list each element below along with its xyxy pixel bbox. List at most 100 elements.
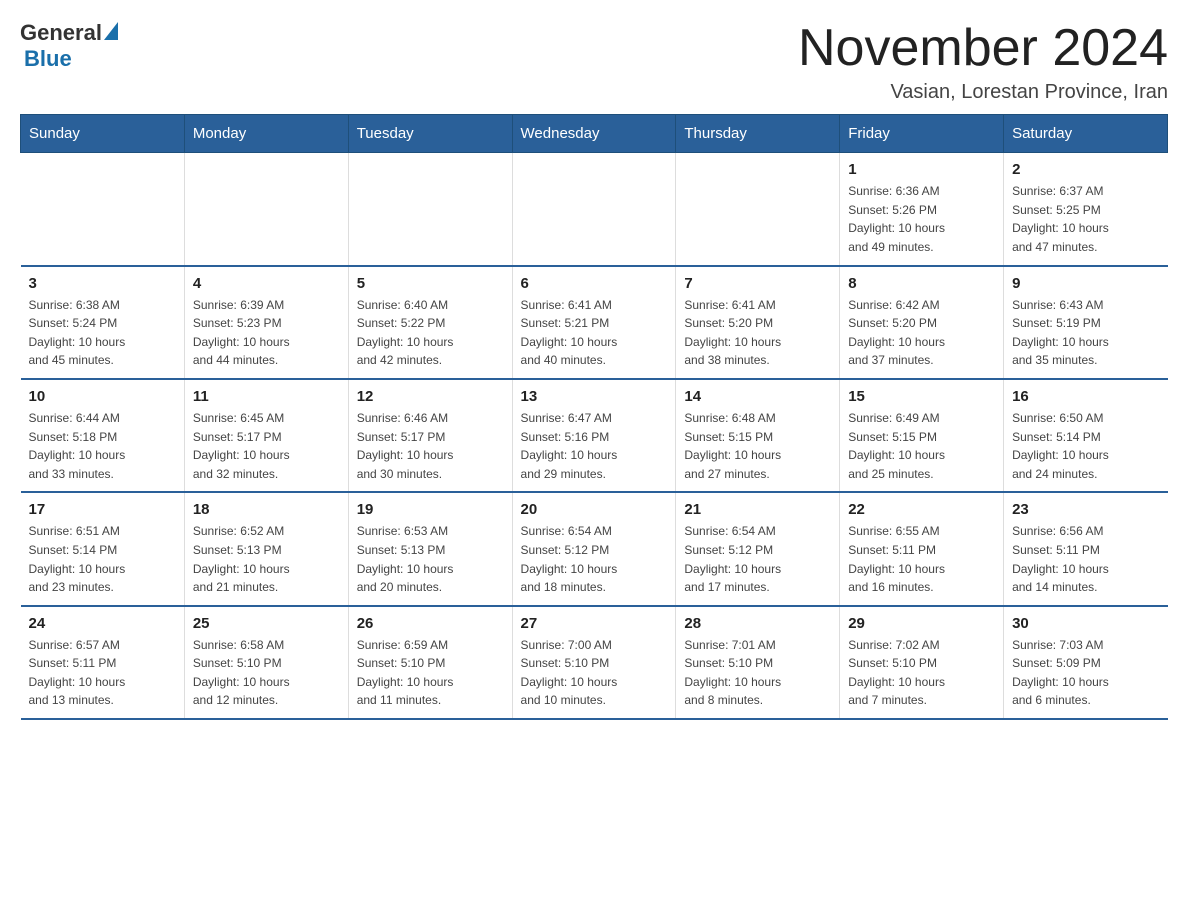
table-row: 6 Sunrise: 6:41 AM Sunset: 5:21 PM Daylig… [512,266,676,379]
month-title: November 2024 [798,20,1168,77]
day-info: Sunrise: 6:41 AM Sunset: 5:20 PM Dayligh… [684,296,831,370]
day-number: 10 [29,388,176,405]
day-info: Sunrise: 6:44 AM Sunset: 5:18 PM Dayligh… [29,409,176,483]
table-row: 27 Sunrise: 7:00 AM Sunset: 5:10 PM Dayli… [512,606,676,719]
table-row: 9Sunrise: 6:43 AM Sunset: 5:19 PM Daylig… [1004,266,1168,379]
day-info: Sunrise: 6:55 AM Sunset: 5:11 PM Dayligh… [848,522,995,596]
page-header: General Blue November 2024 Vasian, Lores… [20,20,1168,104]
day-info: Sunrise: 6:54 AM Sunset: 5:12 PM Dayligh… [684,522,831,596]
table-row: 15 Sunrise: 6:49 AM Sunset: 5:15 PM Dayli… [840,379,1004,492]
day-number: 4 [193,275,340,292]
day-number: 14 [684,388,831,405]
calendar-table: Sunday Monday Tuesday Wednesday Thursday… [20,114,1168,720]
day-number: 17 [29,501,176,518]
day-info: Sunrise: 6:40 AM Sunset: 5:22 PM Dayligh… [357,296,504,370]
day-info: Sunrise: 6:59 AM Sunset: 5:10 PM Dayligh… [357,636,504,710]
day-number: 8 [848,275,995,292]
day-info: Sunrise: 6:41 AM Sunset: 5:21 PM Dayligh… [521,296,668,370]
table-row [21,153,185,266]
day-info: Sunrise: 7:02 AM Sunset: 5:10 PM Dayligh… [848,636,995,710]
table-row: 12 Sunrise: 6:46 AM Sunset: 5:17 PM Dayli… [348,379,512,492]
header-friday: Friday [840,115,1004,153]
table-row: 21Sunrise: 6:54 AM Sunset: 5:12 PM Dayli… [676,492,840,605]
day-info: Sunrise: 7:01 AM Sunset: 5:10 PM Dayligh… [684,636,831,710]
table-row: 26 Sunrise: 6:59 AM Sunset: 5:10 PM Dayli… [348,606,512,719]
day-number: 1 [848,161,995,178]
day-number: 5 [357,275,504,292]
day-info: Sunrise: 7:03 AM Sunset: 5:09 PM Dayligh… [1012,636,1159,710]
day-number: 22 [848,501,995,518]
day-number: 25 [193,615,340,632]
day-info: Sunrise: 6:38 AM Sunset: 5:24 PM Dayligh… [29,296,176,370]
day-number: 15 [848,388,995,405]
calendar-week-row: 10 Sunrise: 6:44 AM Sunset: 5:18 PM Dayli… [21,379,1168,492]
table-row: 4 Sunrise: 6:39 AM Sunset: 5:23 PM Daylig… [184,266,348,379]
day-info: Sunrise: 6:56 AM Sunset: 5:11 PM Dayligh… [1012,522,1159,596]
logo: General Blue [20,20,118,72]
table-row: 18 Sunrise: 6:52 AM Sunset: 5:13 PM Dayli… [184,492,348,605]
logo-blue: Blue [24,46,72,72]
table-row [348,153,512,266]
header-tuesday: Tuesday [348,115,512,153]
calendar-week-row: 1 Sunrise: 6:36 AM Sunset: 5:26 PM Daylig… [21,153,1168,266]
table-row: 8Sunrise: 6:42 AM Sunset: 5:20 PM Daylig… [840,266,1004,379]
day-info: Sunrise: 6:46 AM Sunset: 5:17 PM Dayligh… [357,409,504,483]
day-info: Sunrise: 6:36 AM Sunset: 5:26 PM Dayligh… [848,182,995,256]
table-row: 25 Sunrise: 6:58 AM Sunset: 5:10 PM Dayli… [184,606,348,719]
day-number: 30 [1012,615,1159,632]
day-number: 13 [521,388,668,405]
day-info: Sunrise: 6:49 AM Sunset: 5:15 PM Dayligh… [848,409,995,483]
table-row: 3 Sunrise: 6:38 AM Sunset: 5:24 PM Daylig… [21,266,185,379]
table-row: 1 Sunrise: 6:36 AM Sunset: 5:26 PM Daylig… [840,153,1004,266]
location-title: Vasian, Lorestan Province, Iran [798,81,1168,104]
day-number: 3 [29,275,176,292]
day-info: Sunrise: 6:50 AM Sunset: 5:14 PM Dayligh… [1012,409,1159,483]
day-number: 2 [1012,161,1159,178]
day-number: 26 [357,615,504,632]
table-row [676,153,840,266]
calendar-header-row: Sunday Monday Tuesday Wednesday Thursday… [21,115,1168,153]
header-thursday: Thursday [676,115,840,153]
day-number: 28 [684,615,831,632]
day-number: 19 [357,501,504,518]
table-row: 17Sunrise: 6:51 AM Sunset: 5:14 PM Dayli… [21,492,185,605]
table-row: 16 Sunrise: 6:50 AM Sunset: 5:14 PM Dayli… [1004,379,1168,492]
day-info: Sunrise: 6:52 AM Sunset: 5:13 PM Dayligh… [193,522,340,596]
table-row: 20Sunrise: 6:54 AM Sunset: 5:12 PM Dayli… [512,492,676,605]
table-row [512,153,676,266]
day-info: Sunrise: 6:45 AM Sunset: 5:17 PM Dayligh… [193,409,340,483]
day-number: 20 [521,501,668,518]
header-sunday: Sunday [21,115,185,153]
table-row: 7 Sunrise: 6:41 AM Sunset: 5:20 PM Daylig… [676,266,840,379]
day-info: Sunrise: 6:39 AM Sunset: 5:23 PM Dayligh… [193,296,340,370]
day-info: Sunrise: 6:58 AM Sunset: 5:10 PM Dayligh… [193,636,340,710]
day-number: 6 [521,275,668,292]
table-row [184,153,348,266]
day-number: 29 [848,615,995,632]
day-info: Sunrise: 6:43 AM Sunset: 5:19 PM Dayligh… [1012,296,1159,370]
calendar-week-row: 3 Sunrise: 6:38 AM Sunset: 5:24 PM Daylig… [21,266,1168,379]
header-saturday: Saturday [1004,115,1168,153]
title-block: November 2024 Vasian, Lorestan Province,… [798,20,1168,104]
day-number: 7 [684,275,831,292]
day-number: 12 [357,388,504,405]
logo-general: General [20,20,102,46]
day-info: Sunrise: 6:57 AM Sunset: 5:11 PM Dayligh… [29,636,176,710]
day-number: 18 [193,501,340,518]
table-row: 29 Sunrise: 7:02 AM Sunset: 5:10 PM Dayli… [840,606,1004,719]
table-row: 10 Sunrise: 6:44 AM Sunset: 5:18 PM Dayli… [21,379,185,492]
table-row: 23 Sunrise: 6:56 AM Sunset: 5:11 PM Dayli… [1004,492,1168,605]
day-number: 27 [521,615,668,632]
day-number: 23 [1012,501,1159,518]
table-row: 14Sunrise: 6:48 AM Sunset: 5:15 PM Dayli… [676,379,840,492]
table-row: 5 Sunrise: 6:40 AM Sunset: 5:22 PM Daylig… [348,266,512,379]
table-row: 24 Sunrise: 6:57 AM Sunset: 5:11 PM Dayli… [21,606,185,719]
table-row: 2 Sunrise: 6:37 AM Sunset: 5:25 PM Daylig… [1004,153,1168,266]
table-row: 30 Sunrise: 7:03 AM Sunset: 5:09 PM Dayli… [1004,606,1168,719]
day-number: 16 [1012,388,1159,405]
header-wednesday: Wednesday [512,115,676,153]
day-number: 24 [29,615,176,632]
day-info: Sunrise: 7:00 AM Sunset: 5:10 PM Dayligh… [521,636,668,710]
day-info: Sunrise: 6:47 AM Sunset: 5:16 PM Dayligh… [521,409,668,483]
day-info: Sunrise: 6:37 AM Sunset: 5:25 PM Dayligh… [1012,182,1159,256]
